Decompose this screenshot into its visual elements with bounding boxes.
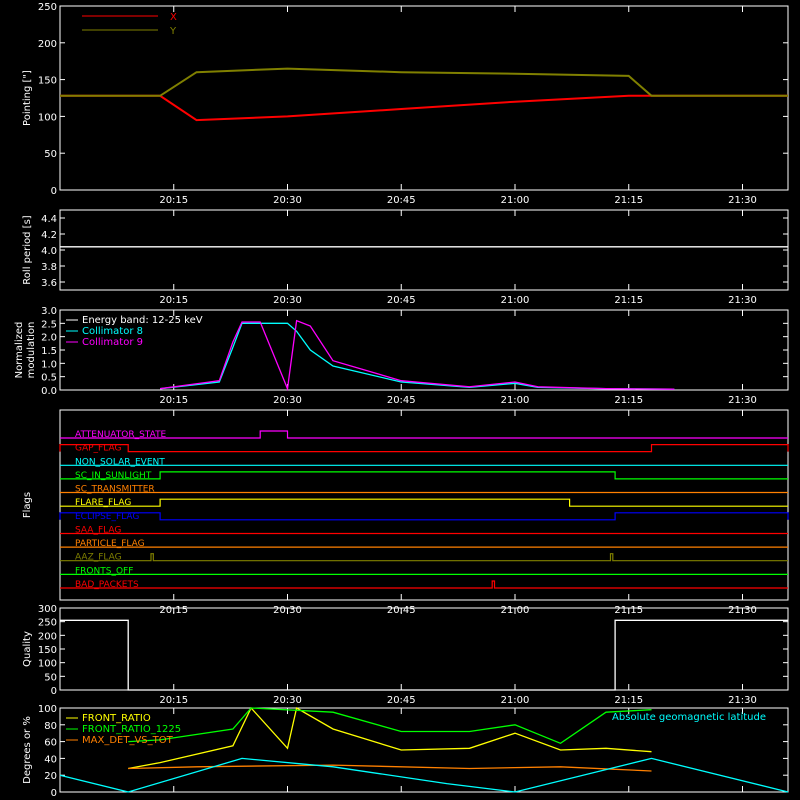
modulation-xtick-label: 20:30 [273, 395, 302, 406]
modulation-xtick-label: 21:30 [728, 395, 757, 406]
quality-xtick-label: 21:15 [614, 695, 643, 706]
modulation-ylabel-line2: modulation [26, 322, 37, 379]
ratios-ytick-label: 0 [51, 788, 57, 799]
roll-ytick-label: 4.0 [41, 246, 57, 257]
modulation-ylabel-line1: Normalized [14, 322, 25, 379]
roll-ytick-label: 3.6 [41, 278, 57, 289]
pointing-ytick-label: 100 [38, 112, 57, 123]
roll-ylabel: Roll period [s] [22, 215, 33, 284]
quality-xtick-label: 21:00 [501, 695, 530, 706]
modulation-ytick-label: 2.5 [41, 319, 57, 330]
quality-xtick-label: 20:30 [273, 695, 302, 706]
modulation-legend-title: Energy band: 12-25 keV [82, 315, 203, 326]
flag-label-0: ATTENUATOR_STATE [75, 430, 167, 440]
quality-xtick-label: 20:15 [159, 695, 188, 706]
pointing-xtick-label: 21:15 [614, 195, 643, 206]
ratios-ytick-label: 100 [38, 704, 57, 715]
roll-xtick-label: 20:30 [273, 295, 302, 306]
roll-xtick-label: 20:15 [159, 295, 188, 306]
quality-ytick-label: 250 [38, 618, 57, 629]
roll-ytick-label: 3.8 [41, 262, 57, 273]
flag-label-1: GAP_FLAG [75, 444, 121, 454]
flag-label-10: FRONTS_OFF [75, 566, 133, 576]
pointing-xtick-label: 20:30 [273, 195, 302, 206]
modulation-xtick-label: 20:45 [387, 395, 416, 406]
pointing-ytick-label: 0 [51, 186, 57, 197]
quality-ytick-label: 50 [44, 672, 57, 683]
flag-label-4: SC_TRANSMITTER [75, 485, 155, 495]
pointing-legend-label-0: X [170, 12, 177, 23]
quality-ytick-label: 300 [38, 604, 57, 615]
ratios-ytick-label: 20 [44, 771, 57, 782]
figure: 05010015020025020:15 20:30 20:45 21:00 21:15… [0, 0, 800, 800]
roll-ytick-label: 4.4 [41, 214, 57, 225]
roll-xtick-label: 21:30 [728, 295, 757, 306]
modulation-ytick-label: 0.5 [41, 373, 57, 384]
quality-ylabel: Quality [22, 631, 33, 667]
pointing-ytick-label: 250 [38, 2, 57, 13]
flag-label-6: ECLIPSE_FLAG [75, 512, 139, 522]
pointing-ytick-label: 50 [44, 149, 57, 160]
ratios-ytick-label: 80 [44, 721, 57, 732]
modulation-legend-label-1: Collimator 9 [82, 337, 143, 348]
ratios-legend-label-1: FRONT_RATIO_1225 [82, 724, 181, 735]
flag-label-7: SAA_FLAG [75, 525, 121, 535]
roll-xtick-label: 21:15 [614, 295, 643, 306]
pointing-xtick-label: 21:00 [501, 195, 530, 206]
flag-label-9: AAZ_FLAG [75, 553, 122, 563]
quality-xtick-label: 20:45 [387, 695, 416, 706]
modulation-xtick-label: 21:00 [501, 395, 530, 406]
flag-label-3: SC_IN_SUNLIGHT [75, 471, 152, 481]
roll-xtick-label: 20:45 [387, 295, 416, 306]
ratios-ylabel: Degrees or % [22, 716, 33, 784]
quality-ytick-label: 100 [38, 659, 57, 670]
quality-ytick-label: 150 [38, 645, 57, 656]
pointing-legend-label-1: Y [169, 26, 177, 37]
pointing-xtick-label: 20:15 [159, 195, 188, 206]
modulation-ytick-label: 1.5 [41, 346, 57, 357]
ratios-ytick-label: 40 [44, 754, 57, 765]
quality-xtick-label: 21:30 [728, 695, 757, 706]
ratios-legend-label-0: FRONT_RATIO [82, 713, 151, 724]
roll-ytick-label: 4.2 [41, 230, 57, 241]
ratios-ytick-label: 60 [44, 738, 57, 749]
modulation-legend-label-0: Collimator 8 [82, 326, 143, 337]
flag-label-5: FLARE_FLAG [75, 498, 131, 508]
modulation-xtick-label: 21:15 [614, 395, 643, 406]
ratios-legend-label-2: MAX_DET_VS_TOT [82, 735, 174, 746]
modulation-ytick-label: 3.0 [41, 306, 57, 317]
modulation-ytick-label: 0.0 [41, 386, 57, 397]
quality-ytick-label: 0 [51, 686, 57, 697]
quality-ytick-label: 200 [38, 631, 57, 642]
pointing-ytick-label: 200 [38, 39, 57, 50]
modulation-ytick-label: 1.0 [41, 359, 57, 370]
roll-xtick-label: 21:00 [501, 295, 530, 306]
flag-label-8: PARTICLE_FLAG [75, 539, 145, 549]
flags-ylabel: Flags [22, 492, 33, 518]
pointing-xtick-label: 21:30 [728, 195, 757, 206]
pointing-xtick-label: 20:45 [387, 195, 416, 206]
pointing-ylabel: Pointing ["] [22, 70, 33, 126]
modulation-xtick-label: 20:15 [159, 395, 188, 406]
flag-label-11: BAD_PACKETS [75, 580, 139, 590]
ratios-legend-label-3: Absolute geomagnetic latitude [612, 712, 766, 723]
modulation-ytick-label: 2.0 [41, 333, 57, 344]
flag-label-2: NON_SOLAR_EVENT [75, 457, 165, 467]
pointing-ytick-label: 150 [38, 76, 57, 87]
